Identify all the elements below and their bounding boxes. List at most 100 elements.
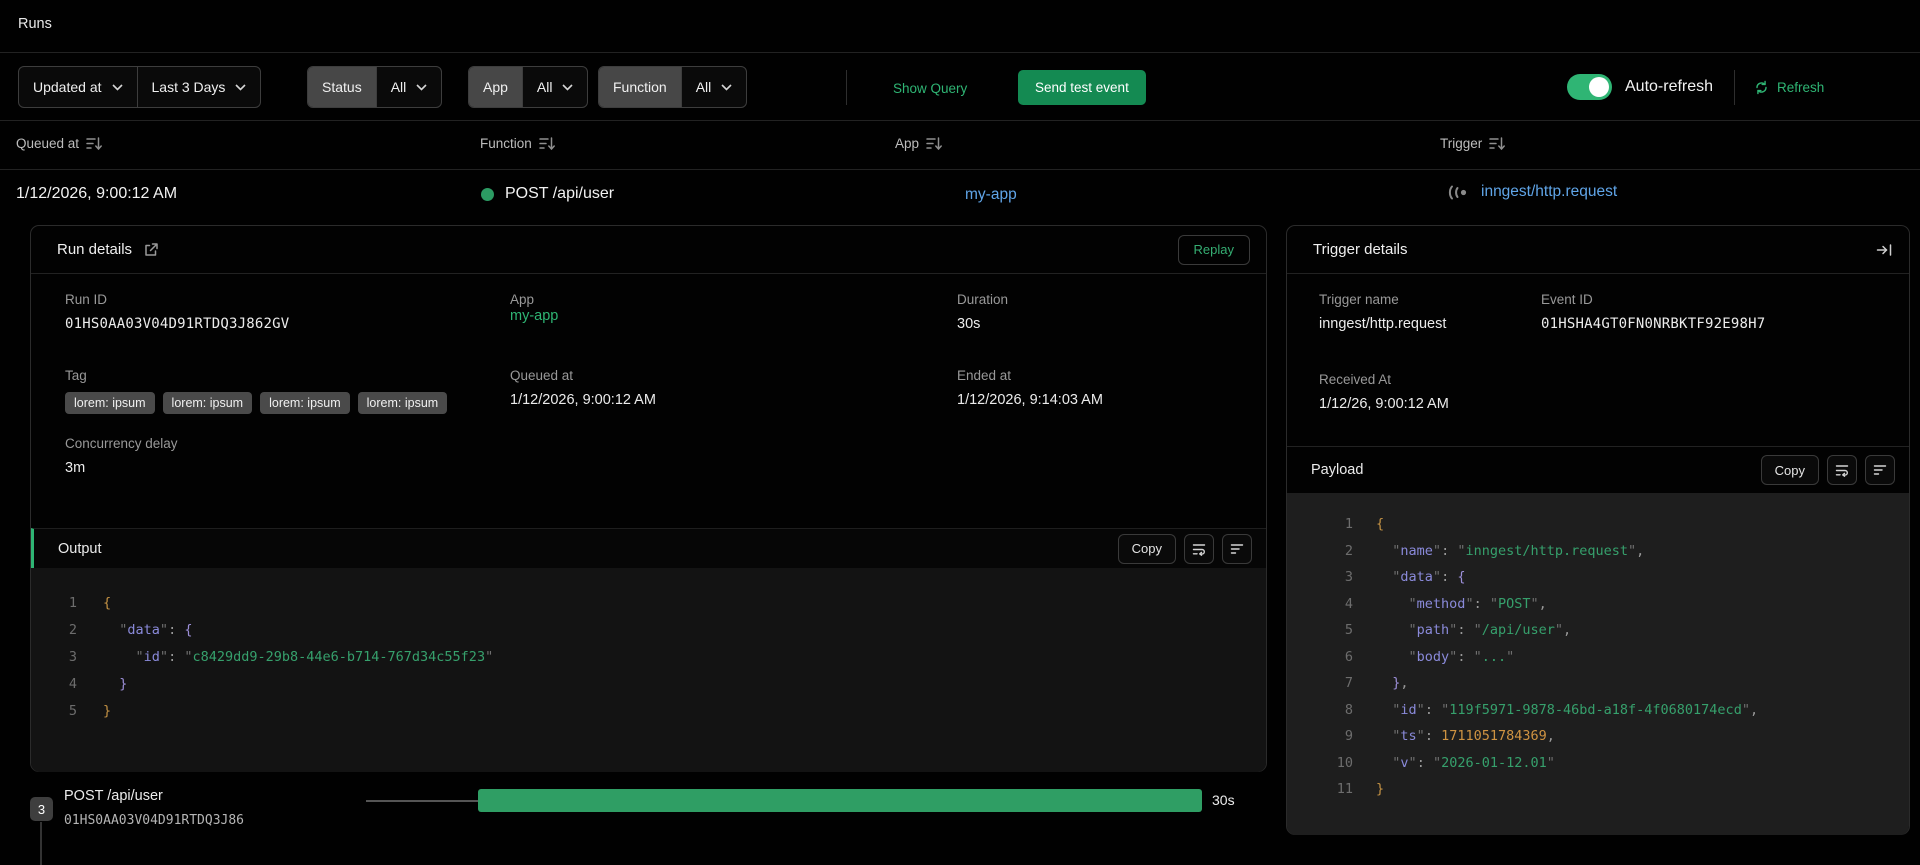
collapse-panel-icon[interactable]	[1876, 242, 1893, 258]
line-number: 1	[1344, 516, 1353, 532]
external-link-icon[interactable]	[143, 242, 159, 258]
line-number: 1	[68, 595, 77, 611]
line-number: 7	[1344, 675, 1353, 691]
time-filter-dropdown[interactable]: Updated at Last 3 Days	[18, 66, 262, 108]
copy-output-button[interactable]: Copy	[1117, 533, 1176, 564]
sort-icon	[1489, 137, 1506, 151]
function-filter-label: Function	[599, 67, 681, 107]
refresh-icon	[1756, 80, 1767, 94]
word-wrap-icon	[1192, 543, 1206, 556]
app-link[interactable]: my-app	[510, 308, 558, 324]
tag-badge: lorem: ipsum	[357, 392, 448, 414]
timeline-run-id: 01HS0AA03V04D91RTDQ3J86	[64, 813, 245, 828]
line-number: 5	[68, 703, 77, 719]
run-details-header: Run details Replay	[31, 226, 1266, 274]
divider	[846, 70, 847, 105]
function-filter-value[interactable]: All	[680, 67, 747, 107]
field-trigger-name: Trigger name inngest/http.request	[1319, 292, 1447, 332]
replay-button[interactable]: Replay	[1177, 234, 1250, 265]
trigger-details-header: Trigger details	[1287, 226, 1909, 274]
app-filter-dropdown[interactable]: App All	[468, 66, 589, 108]
line-number: 5	[1344, 622, 1353, 638]
step-count-badge[interactable]: 3	[30, 797, 53, 821]
field-ended-at: Ended at 1/12/2026, 9:14:03 AM	[957, 368, 1103, 408]
chevron-down-icon	[111, 83, 123, 91]
send-test-event-button[interactable]: Send test event	[1018, 70, 1146, 105]
chevron-down-icon	[235, 83, 247, 91]
time-field-select[interactable]: Updated at	[19, 67, 136, 107]
trigger-details-title: Trigger details	[1313, 241, 1408, 258]
row-queued-at: 1/12/2026, 9:00:12 AM	[16, 185, 178, 202]
payload-title: Payload	[1311, 462, 1364, 478]
field-event-id: Event ID 01HSHA4GT0FN0NRBKTF92E98H7	[1541, 292, 1766, 332]
auto-refresh-toggle[interactable]	[1567, 74, 1612, 100]
field-app: App my-app	[510, 292, 559, 324]
chevron-down-icon	[562, 83, 574, 91]
refresh-controls: Auto-refresh Refresh	[1567, 66, 1824, 108]
tag-badges: lorem: ipsum lorem: ipsum lorem: ipsum l…	[65, 392, 448, 414]
table-row[interactable]: 1/12/2026, 9:00:12 AM POST /api/user my-…	[0, 170, 1920, 222]
field-tag: Tag lorem: ipsum lorem: ipsum lorem: ips…	[65, 368, 448, 414]
tag-badge: lorem: ipsum	[162, 392, 253, 414]
trigger-details-panel: Trigger details Trigger name inngest/htt…	[1286, 225, 1910, 835]
timeline-duration-label: 30s	[1212, 792, 1235, 808]
row-function[interactable]: POST /api/user	[481, 185, 614, 203]
sort-icon	[86, 137, 103, 151]
timeline-gantt-connector	[366, 800, 478, 802]
chevron-down-icon	[416, 83, 427, 91]
time-field-label: Updated at	[33, 79, 102, 95]
line-number: 2	[68, 622, 77, 638]
line-number: 2	[1344, 542, 1353, 559]
runs-page: Runs Updated at Last 3 Days Status All A…	[0, 0, 1920, 865]
function-name: POST /api/user	[505, 185, 615, 202]
app-filter-value[interactable]: All	[521, 67, 588, 107]
row-app-link[interactable]: my-app	[965, 186, 1017, 204]
event-id-value: 01HSHA4GT0FN0NRBKTF92E98H7	[1541, 316, 1766, 332]
line-number: 6	[1344, 648, 1353, 665]
align-left-icon	[1230, 543, 1244, 554]
word-wrap-button[interactable]	[1184, 533, 1214, 564]
timeline-duration-bar[interactable]	[478, 789, 1202, 812]
top-bar: Runs	[0, 0, 1920, 53]
timeline-connector-line	[40, 822, 42, 865]
field-concurrency-delay: Concurrency delay 3m	[65, 436, 178, 476]
word-wrap-button[interactable]	[1827, 455, 1857, 485]
copy-payload-button[interactable]: Copy	[1760, 455, 1819, 485]
function-filter-dropdown[interactable]: Function All	[598, 66, 748, 108]
expand-lines-button[interactable]	[1222, 533, 1252, 564]
payload-actions: Copy	[1760, 455, 1895, 485]
filter-bar: Updated at Last 3 Days Status All App Al…	[0, 54, 1920, 121]
column-header-trigger[interactable]: Trigger	[1440, 136, 1506, 151]
runs-table-header: Queued at Function App Trigger	[0, 121, 1920, 170]
page-title: Runs	[18, 16, 52, 32]
sort-icon	[539, 137, 555, 151]
line-number: 11	[1336, 781, 1353, 797]
align-left-icon	[1873, 465, 1887, 475]
payload-section-header: Payload Copy	[1287, 446, 1909, 493]
output-title: Output	[58, 540, 102, 557]
status-dot-completed	[481, 187, 494, 201]
toggle-knob	[1589, 77, 1609, 97]
show-query-link[interactable]: Show Query	[893, 81, 967, 96]
refresh-button[interactable]: Refresh	[1754, 80, 1824, 95]
column-header-queued-at[interactable]: Queued at	[16, 136, 103, 151]
run-details-panel: Run details Replay Run ID 01HS0AA03V04D9…	[30, 225, 1267, 772]
payload-code-viewer: 1{2 "name": "inngest/http.request", 3 "da…	[1287, 493, 1909, 835]
line-number: 3	[68, 649, 77, 665]
field-queued-at: Queued at 1/12/2026, 9:00:12 AM	[510, 368, 656, 408]
expand-lines-button[interactable]	[1865, 455, 1895, 485]
tag-badge: lorem: ipsum	[260, 392, 350, 414]
row-trigger-link[interactable]: inngest/http.request	[1448, 183, 1617, 201]
column-header-function[interactable]: Function	[480, 136, 555, 151]
output-code-viewer: 1{2 "data": {3 "id": "c8429dd9-29b8-44e6…	[31, 568, 1266, 772]
status-filter-dropdown[interactable]: Status All	[307, 66, 443, 108]
tag-badge: lorem: ipsum	[65, 392, 155, 414]
run-details-title: Run details	[57, 241, 133, 258]
line-number: 4	[1344, 595, 1353, 612]
status-filter-value[interactable]: All	[375, 67, 442, 107]
column-header-app[interactable]: App	[895, 136, 942, 151]
time-range-select[interactable]: Last 3 Days	[136, 67, 261, 107]
line-number: 10	[1336, 754, 1353, 771]
status-filter-label: Status	[308, 67, 376, 107]
field-duration: Duration 30s	[957, 292, 1009, 332]
